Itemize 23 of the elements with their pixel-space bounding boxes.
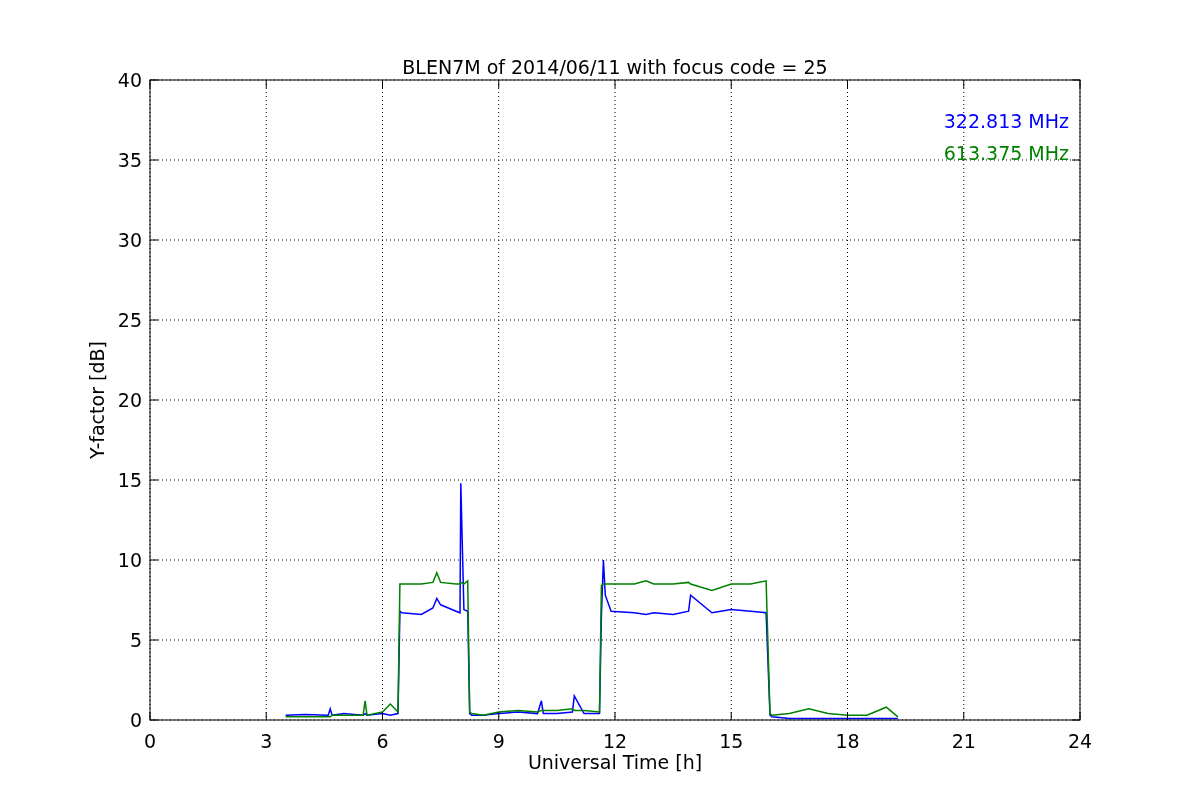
y-tick-label: 35 bbox=[117, 149, 142, 171]
x-axis-label: Universal Time [h] bbox=[527, 751, 703, 773]
x-tick-label: 15 bbox=[719, 730, 744, 752]
x-tick-label: 21 bbox=[951, 730, 976, 752]
x-tick-label: 0 bbox=[143, 730, 157, 752]
x-tick-label: 12 bbox=[602, 730, 628, 752]
legend-label: 322.813 MHz bbox=[943, 110, 1069, 132]
y-tick-label: 25 bbox=[117, 309, 142, 331]
y-tick-label: 20 bbox=[117, 389, 142, 411]
legend-label: 613.375 MHz bbox=[943, 142, 1069, 164]
y-tick-label: 5 bbox=[129, 629, 142, 651]
y-tick-label: 0 bbox=[129, 709, 142, 731]
x-tick-label: 24 bbox=[1067, 730, 1093, 752]
chart-title: BLEN7M of 2014/06/11 with focus code = 25 bbox=[402, 56, 828, 78]
y-tick-label: 15 bbox=[117, 469, 142, 491]
x-tick-label: 18 bbox=[835, 730, 860, 752]
x-tick-label: 9 bbox=[492, 730, 505, 752]
y-tick-label: 40 bbox=[117, 69, 142, 91]
x-tick-label: 6 bbox=[376, 730, 389, 752]
y-tick-label: 10 bbox=[117, 549, 142, 571]
y-axis-label: Y-factor [dB] bbox=[86, 341, 108, 459]
x-tick-label: 3 bbox=[260, 730, 273, 752]
y-tick-label: 30 bbox=[117, 229, 142, 251]
